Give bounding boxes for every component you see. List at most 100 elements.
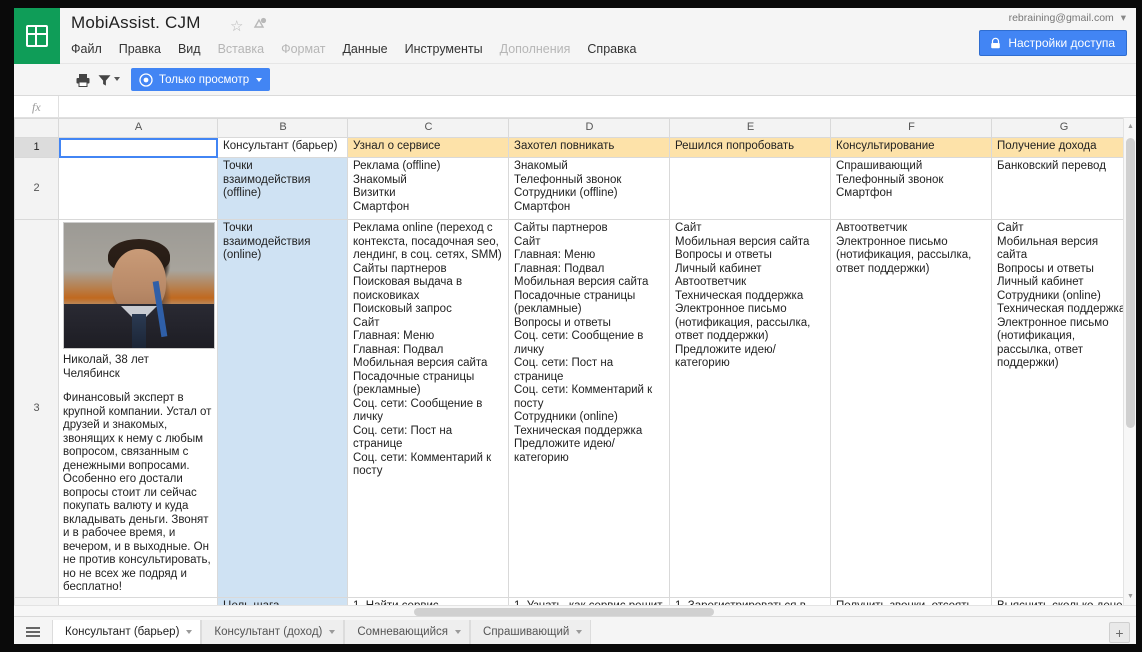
cell-e2[interactable] — [669, 157, 831, 220]
chevron-down-icon[interactable] — [455, 630, 462, 634]
column-header-f[interactable]: F — [830, 118, 992, 138]
cell-f1[interactable]: Консультирование — [830, 137, 992, 158]
vertical-scrollbar[interactable]: ▲ ▼ — [1123, 118, 1136, 605]
cell-c2[interactable]: Реклама (offline) Знакомый Визитки Смарт… — [347, 157, 509, 220]
sheet-tab-sprashivayushchiy[interactable]: Спрашивающий — [470, 620, 592, 644]
cell-b3[interactable]: Точки взаимодействия (online) — [217, 219, 348, 598]
column-header-a[interactable]: A — [58, 118, 218, 138]
filter-dropdown-caret-icon[interactable] — [114, 77, 120, 81]
print-icon[interactable] — [74, 71, 92, 89]
row-header-4[interactable]: 4 — [14, 596, 59, 605]
cell-d4[interactable]: 1. Узнать, как сервис решит его проблемы… — [508, 596, 670, 605]
cell-g3[interactable]: Сайт Мобильная версия сайта Вопросы и от… — [991, 219, 1136, 598]
cell-e1[interactable]: Решился попробовать — [669, 137, 831, 158]
toolbar: Только просмотр — [14, 64, 1136, 96]
vertical-scrollbar-thumb[interactable] — [1126, 138, 1135, 428]
menu-bar: Файл Правка Вид Вставка Формат Данные Ин… — [71, 42, 636, 56]
cell-f4[interactable]: Получить звонки, отсеять тех кто не гото… — [830, 596, 992, 605]
menu-item-file[interactable]: Файл — [71, 42, 102, 56]
cell-g1[interactable]: Получение дохода — [991, 137, 1136, 158]
table-row: 2 Точки взаимодействия (offline) Реклама… — [14, 157, 1136, 220]
chevron-down-icon: ▾ — [1120, 12, 1126, 24]
sheet-tab-konsultant-barier[interactable]: Консультант (барьер) — [52, 620, 202, 644]
menu-item-view[interactable]: Вид — [178, 42, 201, 56]
drive-upload-icon[interactable] — [252, 17, 267, 31]
cell-b1[interactable]: Консультант (барьер) — [217, 137, 348, 158]
cell-e3[interactable]: Сайт Мобильная версия сайта Вопросы и от… — [669, 219, 831, 598]
persona-photo — [63, 222, 215, 349]
menu-item-edit[interactable]: Правка — [119, 42, 161, 56]
filter-icon[interactable] — [95, 71, 113, 89]
cell-d3[interactable]: Сайты партнеров Сайт Главная: Меню Главн… — [508, 219, 670, 598]
persona-name: Николай, 38 лет Челябинск — [63, 354, 149, 380]
table-row: 3 Николай, 38 лет Челябинск Финансовый э… — [14, 219, 1136, 598]
cell-g2[interactable]: Банковский перевод — [991, 157, 1136, 220]
menu-item-help[interactable]: Справка — [587, 42, 636, 56]
cell-d1[interactable]: Захотел повникать — [508, 137, 670, 158]
cell-c4[interactable]: 1. Найти сервис. 2. Понять, стоит ли сер… — [347, 596, 509, 605]
cell-g4[interactable]: Выяснить сколько денег заработал и вывес… — [991, 596, 1136, 605]
sheet-list-icon[interactable] — [14, 616, 52, 644]
sheet-tab-label: Сомневающийся — [357, 626, 449, 638]
row-header-2[interactable]: 2 — [14, 157, 59, 220]
menu-item-insert[interactable]: Вставка — [218, 42, 264, 56]
chevron-down-icon[interactable] — [329, 630, 336, 634]
column-header-b[interactable]: B — [217, 118, 348, 138]
column-header-g[interactable]: G — [991, 118, 1136, 138]
chevron-down-icon[interactable] — [186, 630, 193, 634]
cell-a2[interactable] — [58, 157, 218, 220]
account-email: rebraining@gmail.com — [1008, 12, 1114, 24]
spreadsheet-grid[interactable]: A B C D E F G 1 Консультант (барьер) Узн… — [14, 118, 1136, 605]
column-header-d[interactable]: D — [508, 118, 670, 138]
sheet-tab-konsultant-dohod[interactable]: Консультант (доход) — [201, 620, 345, 644]
spreadsheet-window: MobiAssist. CJM ☆ Файл Правка Вид Вставк… — [14, 8, 1136, 644]
formula-bar[interactable]: fx — [14, 96, 1136, 118]
column-header-e[interactable]: E — [669, 118, 831, 138]
star-icon[interactable]: ☆ — [230, 17, 243, 35]
fx-label: fx — [32, 100, 41, 114]
cell-a1[interactable] — [58, 137, 218, 158]
scroll-up-icon[interactable]: ▲ — [1124, 120, 1136, 133]
cell-b4[interactable]: Цель шага — [217, 596, 348, 605]
menu-item-tools[interactable]: Инструменты — [405, 42, 483, 56]
cell-f3[interactable]: Автоответчик Электронное письмо (нотифик… — [830, 219, 992, 598]
eye-icon — [139, 72, 153, 87]
sheet-tab-label: Консультант (доход) — [214, 626, 323, 638]
row-header-3[interactable]: 3 — [14, 219, 59, 598]
scroll-down-icon[interactable]: ▼ — [1124, 590, 1136, 603]
document-title[interactable]: MobiAssist. CJM — [71, 13, 201, 33]
cell-a4[interactable] — [58, 596, 218, 605]
account-menu[interactable]: rebraining@gmail.com ▾ — [1009, 12, 1126, 24]
table-row: 1 Консультант (барьер) Узнал о сервисе З… — [14, 137, 1136, 158]
add-sheet-button[interactable]: + — [1109, 622, 1130, 643]
cell-d2[interactable]: Знакомый Телефонный звонок Сотрудники (o… — [508, 157, 670, 220]
cell-e4[interactable]: 1. Зарегистрироваться в сервисе. 2. Запо… — [669, 596, 831, 605]
sheet-tab-somnevayushchiysya[interactable]: Сомневающийся — [344, 620, 471, 644]
chevron-down-icon — [256, 77, 263, 82]
lock-icon — [989, 37, 1002, 50]
share-settings-button[interactable]: Настройки доступа — [979, 30, 1127, 56]
column-header-c[interactable]: C — [347, 118, 509, 138]
view-mode-button[interactable]: Только просмотр — [131, 68, 271, 91]
menu-item-format[interactable]: Формат — [281, 42, 325, 56]
chevron-down-icon[interactable] — [576, 630, 583, 634]
formula-bar-divider — [58, 96, 59, 117]
row-header-1[interactable]: 1 — [14, 137, 59, 158]
sheet-tab-label: Спрашивающий — [483, 626, 570, 638]
sheets-logo-icon[interactable] — [14, 8, 60, 64]
cell-c3[interactable]: Реклама online (переход с контекста, пос… — [347, 219, 509, 598]
cell-f2[interactable]: Спрашивающий Телефонный звонок Смартфон — [830, 157, 992, 220]
persona-description: Финансовый эксперт в крупной компании. У… — [63, 392, 215, 593]
sheet-tab-bar: Консультант (барьер) Консультант (доход)… — [14, 616, 1136, 644]
cell-b2[interactable]: Точки взаимодействия (offline) — [217, 157, 348, 220]
menu-item-addons[interactable]: Дополнения — [500, 42, 571, 56]
horizontal-scrollbar[interactable] — [14, 605, 1136, 616]
table-row: 4 Цель шага 1. Найти сервис. 2. Понять, … — [14, 596, 1136, 605]
cell-a3[interactable]: Николай, 38 лет Челябинск Финансовый экс… — [58, 219, 218, 598]
select-all-corner[interactable] — [14, 118, 59, 138]
horizontal-scrollbar-thumb[interactable] — [414, 608, 714, 616]
menu-item-data[interactable]: Данные — [342, 42, 387, 56]
cell-c1[interactable]: Узнал о сервисе — [347, 137, 509, 158]
share-settings-label: Настройки доступа — [1008, 36, 1115, 50]
column-header-row: A B C D E F G — [14, 118, 1136, 138]
